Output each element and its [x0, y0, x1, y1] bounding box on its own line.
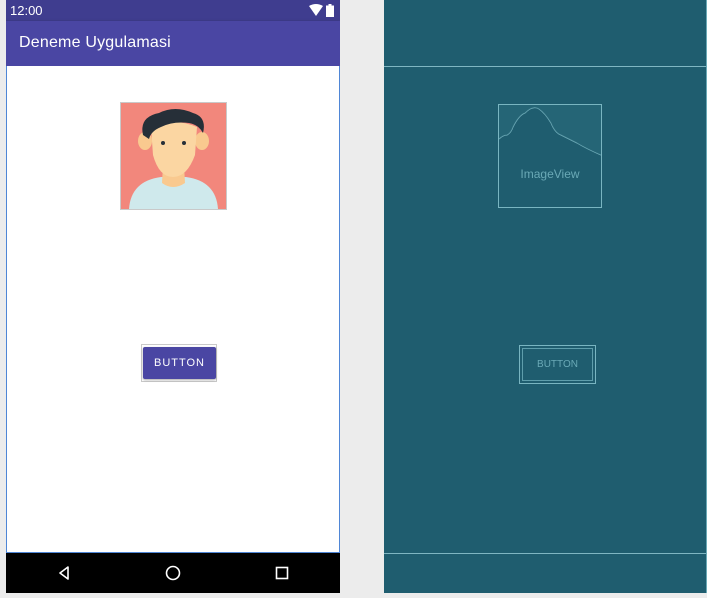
blueprint-imageview-label: ImageView	[520, 167, 580, 181]
avatar-icon	[121, 103, 226, 209]
nav-recents-button[interactable]	[262, 553, 302, 593]
status-bar: 12:00	[6, 0, 340, 21]
blueprint-button-label: BUTTON	[522, 348, 593, 381]
nav-back-button[interactable]	[44, 553, 84, 593]
app-title: Deneme Uygulamasi	[19, 34, 171, 51]
avatar-image[interactable]	[120, 102, 227, 210]
blueprint-appbar-boundary	[384, 66, 707, 67]
blueprint-navbar-boundary	[384, 553, 707, 554]
image-placeholder-icon	[499, 105, 601, 156]
battery-icon	[326, 3, 334, 17]
nav-home-button[interactable]	[153, 553, 193, 593]
blueprint-preview: ImageView BUTTON	[384, 0, 707, 593]
home-icon	[165, 565, 181, 581]
action-button[interactable]: BUTTON	[143, 347, 216, 379]
content-area: BUTTON	[6, 66, 340, 553]
status-icons	[309, 2, 334, 18]
blueprint-button[interactable]: BUTTON	[519, 345, 596, 384]
wifi-icon	[309, 4, 323, 16]
app-bar: Deneme Uygulamasi	[6, 21, 340, 66]
status-time: 12:00	[10, 3, 43, 18]
recents-icon	[275, 566, 289, 580]
design-preview: 12:00 Deneme Uygulamasi BUTTON	[6, 0, 340, 593]
back-icon	[59, 566, 69, 580]
blueprint-imageview[interactable]: ImageView	[498, 104, 602, 208]
navigation-bar	[6, 553, 340, 593]
